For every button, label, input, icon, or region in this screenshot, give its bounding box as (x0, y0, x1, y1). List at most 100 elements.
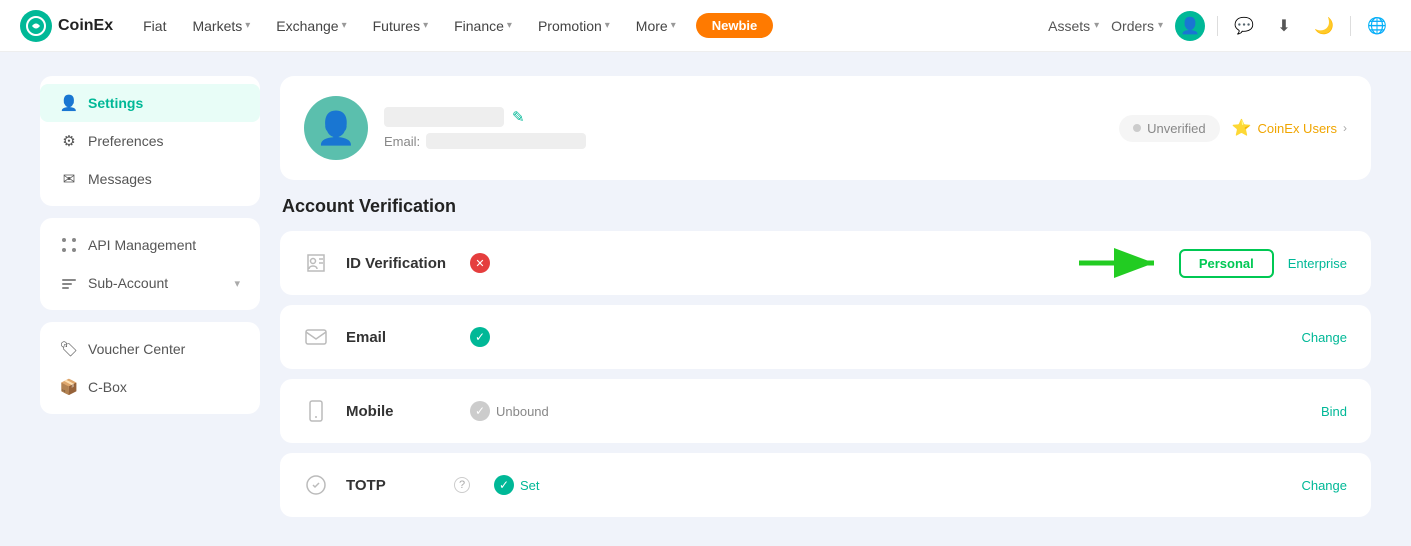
navbar: CoinEx Fiat Markets ▾ Exchange ▾ Futures… (0, 0, 1411, 52)
chevron-down-icon: ▾ (1094, 20, 1099, 31)
edit-icon[interactable]: ✎ (512, 108, 525, 126)
star-icon: ⭐ (1232, 118, 1252, 138)
totp-status: ✓ Set (494, 475, 540, 495)
email-row-label: Email (346, 329, 446, 346)
totp-change-button[interactable]: Change (1297, 473, 1351, 498)
sidebar-item-voucher-center[interactable]: 🏷 Voucher Center (40, 330, 260, 368)
profile-header: 👤 ✎ Email: Unverified ⭐ C (280, 76, 1371, 180)
coinex-users-badge[interactable]: ⭐ CoinEx Users › (1232, 118, 1347, 138)
sidebar-item-sub-account[interactable]: Sub-Account ▾ (40, 264, 260, 302)
profile-name-placeholder (384, 107, 504, 127)
newbie-button[interactable]: Newbie (696, 13, 774, 38)
check-icon: ✓ (470, 327, 490, 347)
logo[interactable]: CoinEx (20, 10, 113, 42)
nav-futures[interactable]: Futures ▾ (363, 0, 439, 52)
table-row: Mobile ✓ Unbound Bind (280, 379, 1371, 443)
sidebar-item-cbox[interactable]: 📦 C-Box (40, 368, 260, 406)
chevron-down-icon: ▾ (423, 20, 428, 31)
logo-icon (20, 10, 52, 42)
nav-promotion[interactable]: Promotion ▾ (528, 0, 620, 52)
id-verification-status: ✕ (470, 253, 490, 273)
logo-text: CoinEx (58, 17, 113, 35)
help-icon[interactable]: ? (454, 477, 470, 493)
chevron-down-icon: ▾ (671, 20, 676, 31)
enterprise-button[interactable]: Enterprise (1284, 251, 1351, 276)
sidebar-section-voucher: 🏷 Voucher Center 📦 C-Box (40, 322, 260, 414)
sidebar: 👤 Settings ⚙ Preferences ✉ Messages API … (40, 76, 260, 522)
voucher-icon: 🏷 (60, 340, 78, 358)
avatar: 👤 (304, 96, 368, 160)
preferences-icon: ⚙ (60, 132, 78, 150)
unverified-dot (1133, 124, 1141, 132)
check-icon: ✓ (470, 401, 490, 421)
chevron-down-icon: ▾ (1158, 20, 1163, 31)
email-change-button[interactable]: Change (1297, 325, 1351, 350)
mobile-icon (300, 395, 332, 427)
account-verification-section: Account Verification ID Verification (280, 196, 1371, 517)
avatar-icon: 👤 (316, 109, 356, 147)
chevron-down-icon: ▾ (342, 20, 347, 31)
sidebar-section-main: 👤 Settings ⚙ Preferences ✉ Messages (40, 76, 260, 206)
section-title: Account Verification (280, 196, 1371, 217)
nav-fiat[interactable]: Fiat (133, 0, 176, 52)
sidebar-item-settings[interactable]: 👤 Settings (40, 84, 260, 122)
main-content: 👤 ✎ Email: Unverified ⭐ C (280, 76, 1371, 522)
unverified-badge: Unverified (1119, 115, 1220, 142)
chevron-right-icon: › (1343, 121, 1347, 135)
avatar[interactable]: 👤 (1175, 11, 1205, 41)
id-verification-label: ID Verification (346, 255, 446, 272)
email-status: ✓ (470, 327, 490, 347)
profile-badges: Unverified ⭐ CoinEx Users › (1119, 115, 1347, 142)
nav-markets[interactable]: Markets ▾ (182, 0, 260, 52)
mobile-status: ✓ Unbound (470, 401, 549, 421)
set-text: Set (520, 478, 540, 493)
unverified-label: Unverified (1147, 121, 1206, 136)
moon-icon[interactable]: 🌙 (1310, 12, 1338, 40)
table-row: Email ✓ Change (280, 305, 1371, 369)
id-verification-icon (300, 247, 332, 279)
check-icon: ✓ (494, 475, 514, 495)
chevron-down-icon: ▾ (507, 20, 512, 31)
api-icon (60, 236, 78, 254)
cbox-icon: 📦 (60, 378, 78, 396)
nav-orders[interactable]: Orders ▾ (1111, 18, 1163, 34)
coinex-users-label: CoinEx Users (1258, 121, 1337, 136)
person-icon: 👤 (1180, 16, 1200, 36)
nav-assets[interactable]: Assets ▾ (1048, 18, 1099, 34)
settings-icon: 👤 (60, 94, 78, 112)
sidebar-section-api: API Management Sub-Account ▾ (40, 218, 260, 310)
table-row: TOTP ? ✓ Set Change (280, 453, 1371, 517)
personal-button[interactable]: Personal (1179, 249, 1274, 278)
sidebar-item-api-management[interactable]: API Management (40, 226, 260, 264)
nav-more[interactable]: More ▾ (626, 0, 686, 52)
nav-right: Assets ▾ Orders ▾ 👤 💬 ⬇ 🌙 🌐 (1048, 11, 1391, 41)
bind-button[interactable]: Bind (1317, 399, 1351, 424)
email-actions: Change (1297, 325, 1351, 350)
email-placeholder (426, 133, 586, 149)
profile-email-row: Email: (384, 133, 1103, 149)
verification-list: ID Verification ✕ (280, 231, 1371, 517)
email-label: Email: (384, 134, 420, 149)
divider (1350, 16, 1351, 36)
arrow-icon (1079, 248, 1169, 278)
page-layout: 👤 Settings ⚙ Preferences ✉ Messages API … (0, 52, 1411, 546)
nav-exchange[interactable]: Exchange ▾ (266, 0, 356, 52)
mobile-label: Mobile (346, 403, 446, 420)
mobile-actions: Bind (1317, 399, 1351, 424)
profile-name-row: ✎ (384, 107, 1103, 127)
nav-finance[interactable]: Finance ▾ (444, 0, 522, 52)
messages-icon: ✉ (60, 170, 78, 188)
chevron-down-icon: ▾ (245, 20, 250, 31)
sub-account-icon (60, 274, 78, 292)
profile-info: ✎ Email: (384, 107, 1103, 149)
divider (1217, 16, 1218, 36)
globe-icon[interactable]: 🌐 (1363, 12, 1391, 40)
unbound-text: Unbound (496, 404, 549, 419)
chevron-down-icon: ▾ (605, 20, 610, 31)
warning-icon: ✕ (470, 253, 490, 273)
chat-icon[interactable]: 💬 (1230, 12, 1258, 40)
sidebar-item-preferences[interactable]: ⚙ Preferences (40, 122, 260, 160)
download-icon[interactable]: ⬇ (1270, 12, 1298, 40)
email-icon (300, 321, 332, 353)
sidebar-item-messages[interactable]: ✉ Messages (40, 160, 260, 198)
